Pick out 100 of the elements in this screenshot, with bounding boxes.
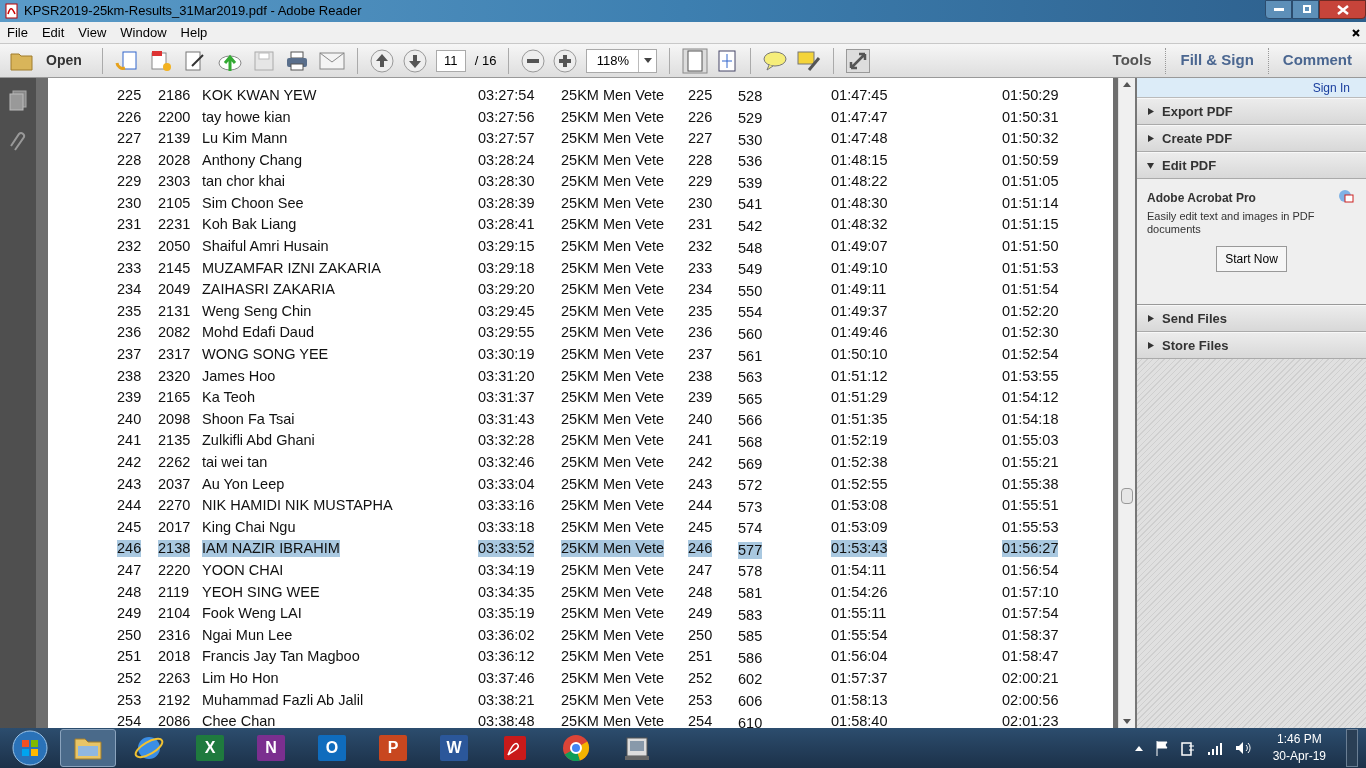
scroll-up-arrow-icon[interactable] <box>1123 82 1131 87</box>
table-cell: Francis Jay Tan Magboo <box>202 648 360 666</box>
edit-document-icon[interactable] <box>182 48 207 73</box>
table-cell: 03:32:46 <box>478 454 535 471</box>
table-cell: 231 <box>117 216 142 234</box>
minimize-button[interactable] <box>1265 0 1292 19</box>
signal-icon[interactable] <box>1206 741 1223 755</box>
table-cell: 25KM Men Vete <box>561 324 665 342</box>
restore-button[interactable] <box>1292 0 1319 19</box>
table-cell: 2018 <box>158 648 191 666</box>
table-cell: MUZAMFAR IZNI ZAKARIA <box>202 259 381 277</box>
section-header[interactable]: Export PDF <box>1137 98 1366 125</box>
menu-item[interactable]: View <box>71 22 114 43</box>
table-cell: Shaiful Amri Husain <box>202 238 329 256</box>
table-cell: 2165 <box>158 389 191 407</box>
start-now-button[interactable]: Start Now <box>1216 246 1287 272</box>
table-cell: 245 <box>117 518 142 536</box>
table-cell: 02:00:56 <box>1002 691 1059 709</box>
taskbar-button[interactable]: W <box>426 729 482 767</box>
paperclip-icon[interactable] <box>8 130 28 152</box>
close-button[interactable] <box>1319 0 1366 19</box>
close-icon[interactable] <box>1352 28 1360 37</box>
table-cell: 245 <box>688 518 713 536</box>
scroll-down-arrow-icon[interactable] <box>1123 719 1131 724</box>
table-cell: 240 <box>117 410 142 428</box>
clock-time[interactable]: 1:46 PM <box>1276 731 1322 748</box>
table-cell: 585 <box>738 628 763 646</box>
fit-width-icon[interactable] <box>682 47 709 74</box>
section-header[interactable]: Send Files <box>1137 305 1366 332</box>
table-cell: 03:28:24 <box>478 151 535 169</box>
taskbar-button[interactable]: O <box>304 729 360 767</box>
collapsed-triangle-icon <box>1147 135 1154 142</box>
section-header[interactable]: Create PDF <box>1137 125 1366 152</box>
menu-item[interactable]: Window <box>113 22 174 43</box>
table-cell: tai wei tan <box>202 454 268 471</box>
table-cell: 01:51:15 <box>1002 216 1059 234</box>
menu-item[interactable]: Edit <box>34 22 72 43</box>
flag-icon[interactable] <box>1154 740 1169 756</box>
table-cell: 253 <box>117 691 142 709</box>
table-cell: 541 <box>738 196 763 214</box>
taskbar-button[interactable]: X <box>182 729 238 767</box>
table-cell: 2037 <box>158 475 191 493</box>
show-desktop-button[interactable] <box>1346 729 1358 767</box>
previous-page-icon[interactable] <box>369 48 394 73</box>
table-cell: 586 <box>738 649 763 667</box>
table-cell: 01:56:27 <box>1002 540 1059 558</box>
table-cell: 01:56:04 <box>831 648 888 666</box>
print-icon[interactable] <box>284 49 309 72</box>
clock-date[interactable]: 30-Apr-19 <box>1272 748 1326 765</box>
table-cell: 243 <box>117 475 142 493</box>
next-page-icon[interactable] <box>402 48 427 73</box>
table-cell: 530 <box>738 131 763 149</box>
table-cell: 568 <box>738 433 763 451</box>
start-button-icon[interactable] <box>10 728 50 768</box>
pane-tab[interactable]: Tools <box>1098 49 1166 72</box>
email-icon[interactable] <box>318 50 345 71</box>
menu-item[interactable]: Help <box>173 22 215 43</box>
table-cell: 25KM Men Vete <box>561 497 665 515</box>
collapsed-triangle-icon <box>1147 342 1154 349</box>
taskbar-button[interactable]: P <box>365 729 421 767</box>
zoom-dropdown[interactable]: 118% <box>586 48 658 73</box>
zoom-in-icon[interactable] <box>553 48 578 73</box>
show-hidden-icons-icon[interactable] <box>1134 745 1143 751</box>
table-cell: King Chai Ngu <box>202 518 296 536</box>
section-header[interactable]: Edit PDF <box>1137 152 1366 179</box>
pages-icon[interactable] <box>8 90 28 112</box>
table-cell: 565 <box>738 390 763 408</box>
sign-in-link[interactable]: Sign In <box>1312 78 1350 97</box>
fit-page-icon[interactable] <box>716 48 739 73</box>
table-cell: Lim Ho Hon <box>202 669 279 687</box>
table-cell: 01:51:29 <box>831 389 888 407</box>
table-cell: 01:58:47 <box>1002 648 1059 666</box>
table-cell: 25KM Men Vete <box>561 669 665 687</box>
table-cell: 2049 <box>158 281 191 299</box>
table-cell: 01:53:08 <box>831 497 888 515</box>
text-highlight-icon[interactable] <box>797 49 822 72</box>
open-button[interactable]: Open <box>0 46 94 75</box>
table-cell: 231 <box>688 216 713 234</box>
table-cell: 233 <box>117 259 142 277</box>
table-cell: 01:53:43 <box>831 540 888 558</box>
comment-icon[interactable] <box>763 49 788 72</box>
collapsed-triangle-icon <box>1147 108 1154 115</box>
expand-icon[interactable] <box>846 48 871 73</box>
volume-icon[interactable] <box>1234 741 1251 755</box>
page-number-field[interactable]: 11 <box>435 49 466 72</box>
section-header[interactable]: Store Files <box>1137 332 1366 359</box>
pane-tab[interactable]: Comment <box>1268 49 1366 72</box>
table-cell: 03:34:19 <box>478 562 535 579</box>
vertical-scrollbar[interactable] <box>1118 78 1135 728</box>
table-cell: 244 <box>117 497 142 515</box>
battery-plug-icon[interactable] <box>1180 740 1195 756</box>
table-cell: Au Yon Leep <box>202 475 285 493</box>
taskbar-button[interactable]: N <box>243 729 299 767</box>
zoom-out-icon[interactable] <box>521 48 546 73</box>
menu-item[interactable]: File <box>0 22 35 43</box>
pane-tab[interactable]: Fill & Sign <box>1166 49 1268 72</box>
scrollbar-thumb[interactable] <box>1121 488 1133 504</box>
table-cell: 238 <box>117 367 142 385</box>
table-cell: 2317 <box>158 346 191 364</box>
table-cell: 01:51:35 <box>831 410 888 428</box>
